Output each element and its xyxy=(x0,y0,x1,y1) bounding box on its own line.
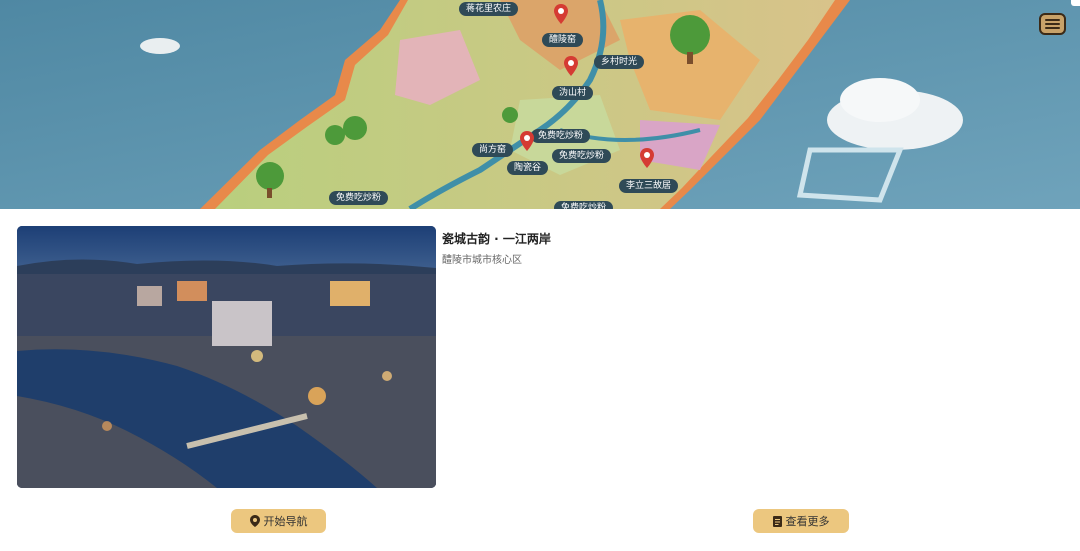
map-label-rural-time[interactable]: 乡村时光 xyxy=(594,55,645,69)
map-label-free-rice-noodle[interactable]: 免费吃炒粉 xyxy=(554,201,614,209)
map-label-ceramic-valley[interactable]: 陶瓷谷 xyxy=(507,161,549,175)
document-icon xyxy=(772,515,782,527)
view-more-label: 查看更多 xyxy=(785,515,830,528)
location-pin-icon xyxy=(249,515,260,527)
map-label-liling-kiln[interactable]: 醴陵窑 xyxy=(542,33,584,47)
map-label-jianghuali[interactable]: 蒋花里农庄 xyxy=(459,2,519,16)
start-navigation-label: 开始导航 xyxy=(263,515,308,528)
map-view[interactable]: 蒋花里农庄 醴陵窑 乡村时光 沩山村 尚方窑 免费吃炒粉 陶瓷谷 免费吃炒粉 李… xyxy=(0,0,1080,209)
map-label-free-rice-noodle[interactable]: 免费吃炒粉 xyxy=(531,129,591,143)
start-navigation-button[interactable]: 开始导航 xyxy=(231,509,326,533)
location-marker-icon[interactable] xyxy=(640,148,654,168)
attraction-card: 瓷城古韵 · 一江两岸 醴陵市城市核心区 开始导航 查看更多 xyxy=(0,209,1080,551)
map-label-weishan-village[interactable]: 沩山村 xyxy=(552,86,594,100)
corner-tab xyxy=(1071,0,1080,6)
map-terrain xyxy=(0,0,1080,209)
attraction-photo xyxy=(17,226,436,488)
map-label-shangfang-kiln[interactable]: 尚方窑 xyxy=(472,143,514,157)
view-more-button[interactable]: 查看更多 xyxy=(753,509,849,533)
location-marker-icon[interactable] xyxy=(554,4,568,24)
map-label-free-rice-noodle[interactable]: 免费吃炒粉 xyxy=(552,149,612,163)
location-marker-icon[interactable] xyxy=(520,131,534,151)
map-label-free-rice-noodle[interactable]: 免费吃炒粉 xyxy=(329,191,389,205)
hamburger-menu-icon[interactable] xyxy=(1039,13,1066,35)
map-label-lilisan-residence[interactable]: 李立三故居 xyxy=(619,179,679,193)
attraction-title: 瓷城古韵 · 一江两岸 xyxy=(442,232,551,246)
attraction-location: 醴陵市城市核心区 xyxy=(442,255,522,266)
location-marker-icon[interactable] xyxy=(564,56,578,76)
